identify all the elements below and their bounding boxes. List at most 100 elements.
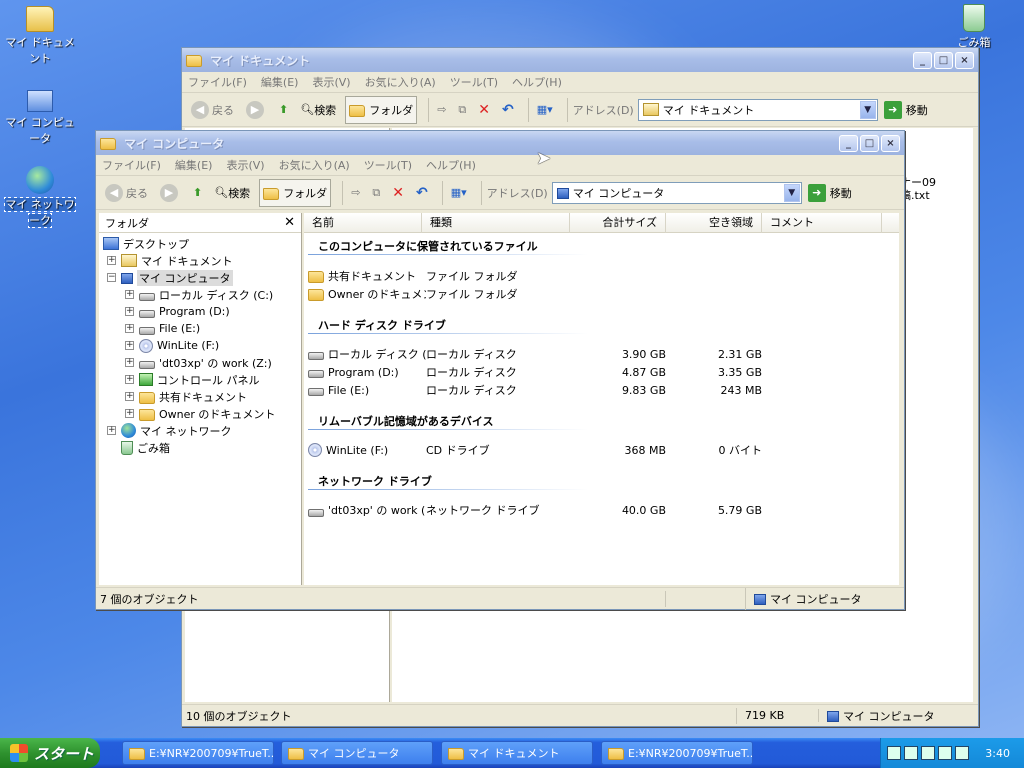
views-button[interactable]: ▦▾ [448,179,470,207]
expand-icon[interactable]: + [125,307,134,316]
menu-file[interactable]: ファイル(F) [102,157,161,173]
tree-item-drive-f[interactable]: + WinLite (F:) [125,337,219,354]
column-total-size[interactable]: 合計サイズ [570,213,666,233]
delete-button[interactable]: ✕ [389,179,407,207]
folders-button[interactable]: フォルダ [345,95,418,124]
tree-item-control-panel[interactable]: + コントロール パネル [125,371,260,388]
move-to-button[interactable]: ⇨ [434,96,449,124]
back-button[interactable]: ◀ 戻る [102,179,151,207]
tree-item-drive-d[interactable]: + Program (D:) [125,303,230,320]
menu-view[interactable]: 表示(V) [226,157,264,173]
list-item[interactable]: Owner のドキュメン... ファイル フォルダ [308,286,536,302]
up-folder-button[interactable]: ⬆ [190,179,205,207]
desktop-icon-my-network[interactable]: マイ ネットワーク [0,166,80,228]
menu-edit[interactable]: 編集(E) [175,157,213,173]
address-bar[interactable]: マイ コンピュータ ▼ [551,181,802,204]
file-item-partial[interactable]: ナー09 稿.txt [900,176,980,202]
expand-icon[interactable]: + [107,256,116,265]
desktop-icon-my-documents[interactable]: マイ ドキュメント [0,2,80,66]
list-item[interactable]: ローカル ディスク (... ローカル ディスク 3.90 GB 2.31 GB [308,346,762,362]
forward-button[interactable]: ▶ [157,179,184,207]
tree-item-desktop[interactable]: デスクトップ [103,235,189,252]
update-icon[interactable] [955,746,969,760]
list-item[interactable]: File (E:) ローカル ディスク 9.83 GB 243 MB [308,382,762,398]
menu-favorites[interactable]: お気に入り(A) [365,74,436,90]
tree-item-drive-z[interactable]: +'dt03xp' の work (Z:) [125,354,272,371]
list-item[interactable]: 共有ドキュメント ファイル フォルダ [308,268,536,284]
expand-icon[interactable]: + [107,426,116,435]
expand-icon[interactable]: + [125,324,134,333]
ime-icon[interactable] [887,746,901,760]
tree-item-my-computer[interactable]: − マイ コンピュータ [107,269,233,286]
column-name[interactable]: 名前 [304,213,422,233]
address-dropdown-button[interactable]: ▼ [783,183,800,202]
expand-icon[interactable]: + [125,341,134,350]
column-type[interactable]: 種類 [422,213,570,233]
menu-help[interactable]: ヘルプ(H) [426,157,476,173]
menu-file[interactable]: ファイル(F) [188,74,247,90]
taskbar-button-my-computer[interactable]: マイ コンピュータ [281,741,433,765]
minimize-button[interactable]: _ [913,51,932,69]
address-bar[interactable]: マイ ドキュメント ▼ [637,98,878,121]
network-status-icon[interactable] [904,746,918,760]
column-free-space[interactable]: 空き領域 [666,213,762,233]
address-dropdown-button[interactable]: ▼ [859,100,876,119]
expand-icon[interactable]: + [125,392,134,401]
menu-tools[interactable]: ツール(T) [364,157,412,173]
start-button[interactable]: スタート [0,738,100,768]
clock[interactable]: 3:40 [985,747,1010,760]
views-button[interactable]: ▦▾ [534,96,556,124]
title-bar[interactable]: マイ ドキュメント _ □ × [182,48,978,72]
maximize-button[interactable]: □ [860,134,879,152]
security-icon[interactable] [938,746,952,760]
expand-icon[interactable]: + [125,358,134,367]
forward-button[interactable]: ▶ [243,96,270,124]
tree-item-drive-c[interactable]: + ローカル ディスク (C:) [125,286,273,303]
undo-button[interactable]: ↶ [413,179,431,207]
menu-tools[interactable]: ツール(T) [450,74,498,90]
expand-icon[interactable]: + [125,290,134,299]
desktop-icon-recycle-bin[interactable]: ごみ箱 [934,4,1014,50]
title-bar[interactable]: マイ コンピュータ _ □ × [96,131,904,155]
volume-icon[interactable] [921,746,935,760]
tree-item-shared-documents[interactable]: + 共有ドキュメント [125,388,247,405]
menu-edit[interactable]: 編集(E) [261,74,299,90]
close-button[interactable]: × [955,51,974,69]
list-item[interactable]: 'dt03xp' の work (... ネットワーク ドライブ 40.0 GB… [308,502,762,518]
folders-button[interactable]: フォルダ [259,178,332,207]
search-button[interactable]: 🔍︎ 検索 [297,96,339,124]
menu-view[interactable]: 表示(V) [312,74,350,90]
move-to-button[interactable]: ⇨ [348,179,363,207]
expand-icon[interactable]: + [125,375,134,384]
expand-icon[interactable]: + [125,409,134,418]
back-button[interactable]: ◀ 戻る [188,96,237,124]
copy-to-button[interactable]: ⧉ [455,96,469,124]
go-button[interactable]: ➜ 移動 [883,100,928,119]
tree-item-drive-e[interactable]: + File (E:) [125,320,200,337]
taskbar-button-explorer-2[interactable]: E:¥NR¥200709¥TrueT... [601,741,753,765]
taskbar-button-explorer-1[interactable]: E:¥NR¥200709¥TrueT... [122,741,274,765]
tree-item-recycle-bin[interactable]: ごみ箱 [121,439,170,456]
copy-to-button[interactable]: ⧉ [369,179,383,207]
delete-button[interactable]: ✕ [475,96,493,124]
collapse-icon[interactable]: − [107,273,116,282]
up-folder-button[interactable]: ⬆ [276,96,291,124]
tree-item-my-network[interactable]: + マイ ネットワーク [107,422,232,439]
close-pane-icon[interactable]: ✕ [284,215,295,230]
tree-item-my-documents[interactable]: + マイ ドキュメント [107,252,233,269]
search-button[interactable]: 🔍︎ 検索 [211,179,253,207]
menu-favorites[interactable]: お気に入り(A) [279,157,350,173]
list-item[interactable]: Program (D:) ローカル ディスク 4.87 GB 3.35 GB [308,364,762,380]
column-comment[interactable]: コメント [762,213,882,233]
maximize-button[interactable]: □ [934,51,953,69]
minimize-button[interactable]: _ [839,134,858,152]
list-item[interactable]: WinLite (F:) CD ドライブ 368 MB 0 バイト [308,442,762,458]
close-button[interactable]: × [881,134,900,152]
taskbar-button-my-documents[interactable]: マイ ドキュメント [441,741,593,765]
undo-button[interactable]: ↶ [499,96,517,124]
desktop-icon-my-computer[interactable]: マイ コンピュータ [0,84,80,146]
menu-help[interactable]: ヘルプ(H) [512,74,562,90]
go-button[interactable]: ➜ 移動 [807,183,852,202]
window-my-computer[interactable]: マイ コンピュータ _ □ × ファイル(F) 編集(E) 表示(V) お気に入… [95,130,905,610]
tree-item-owner-documents[interactable]: + Owner のドキュメント [125,405,275,422]
